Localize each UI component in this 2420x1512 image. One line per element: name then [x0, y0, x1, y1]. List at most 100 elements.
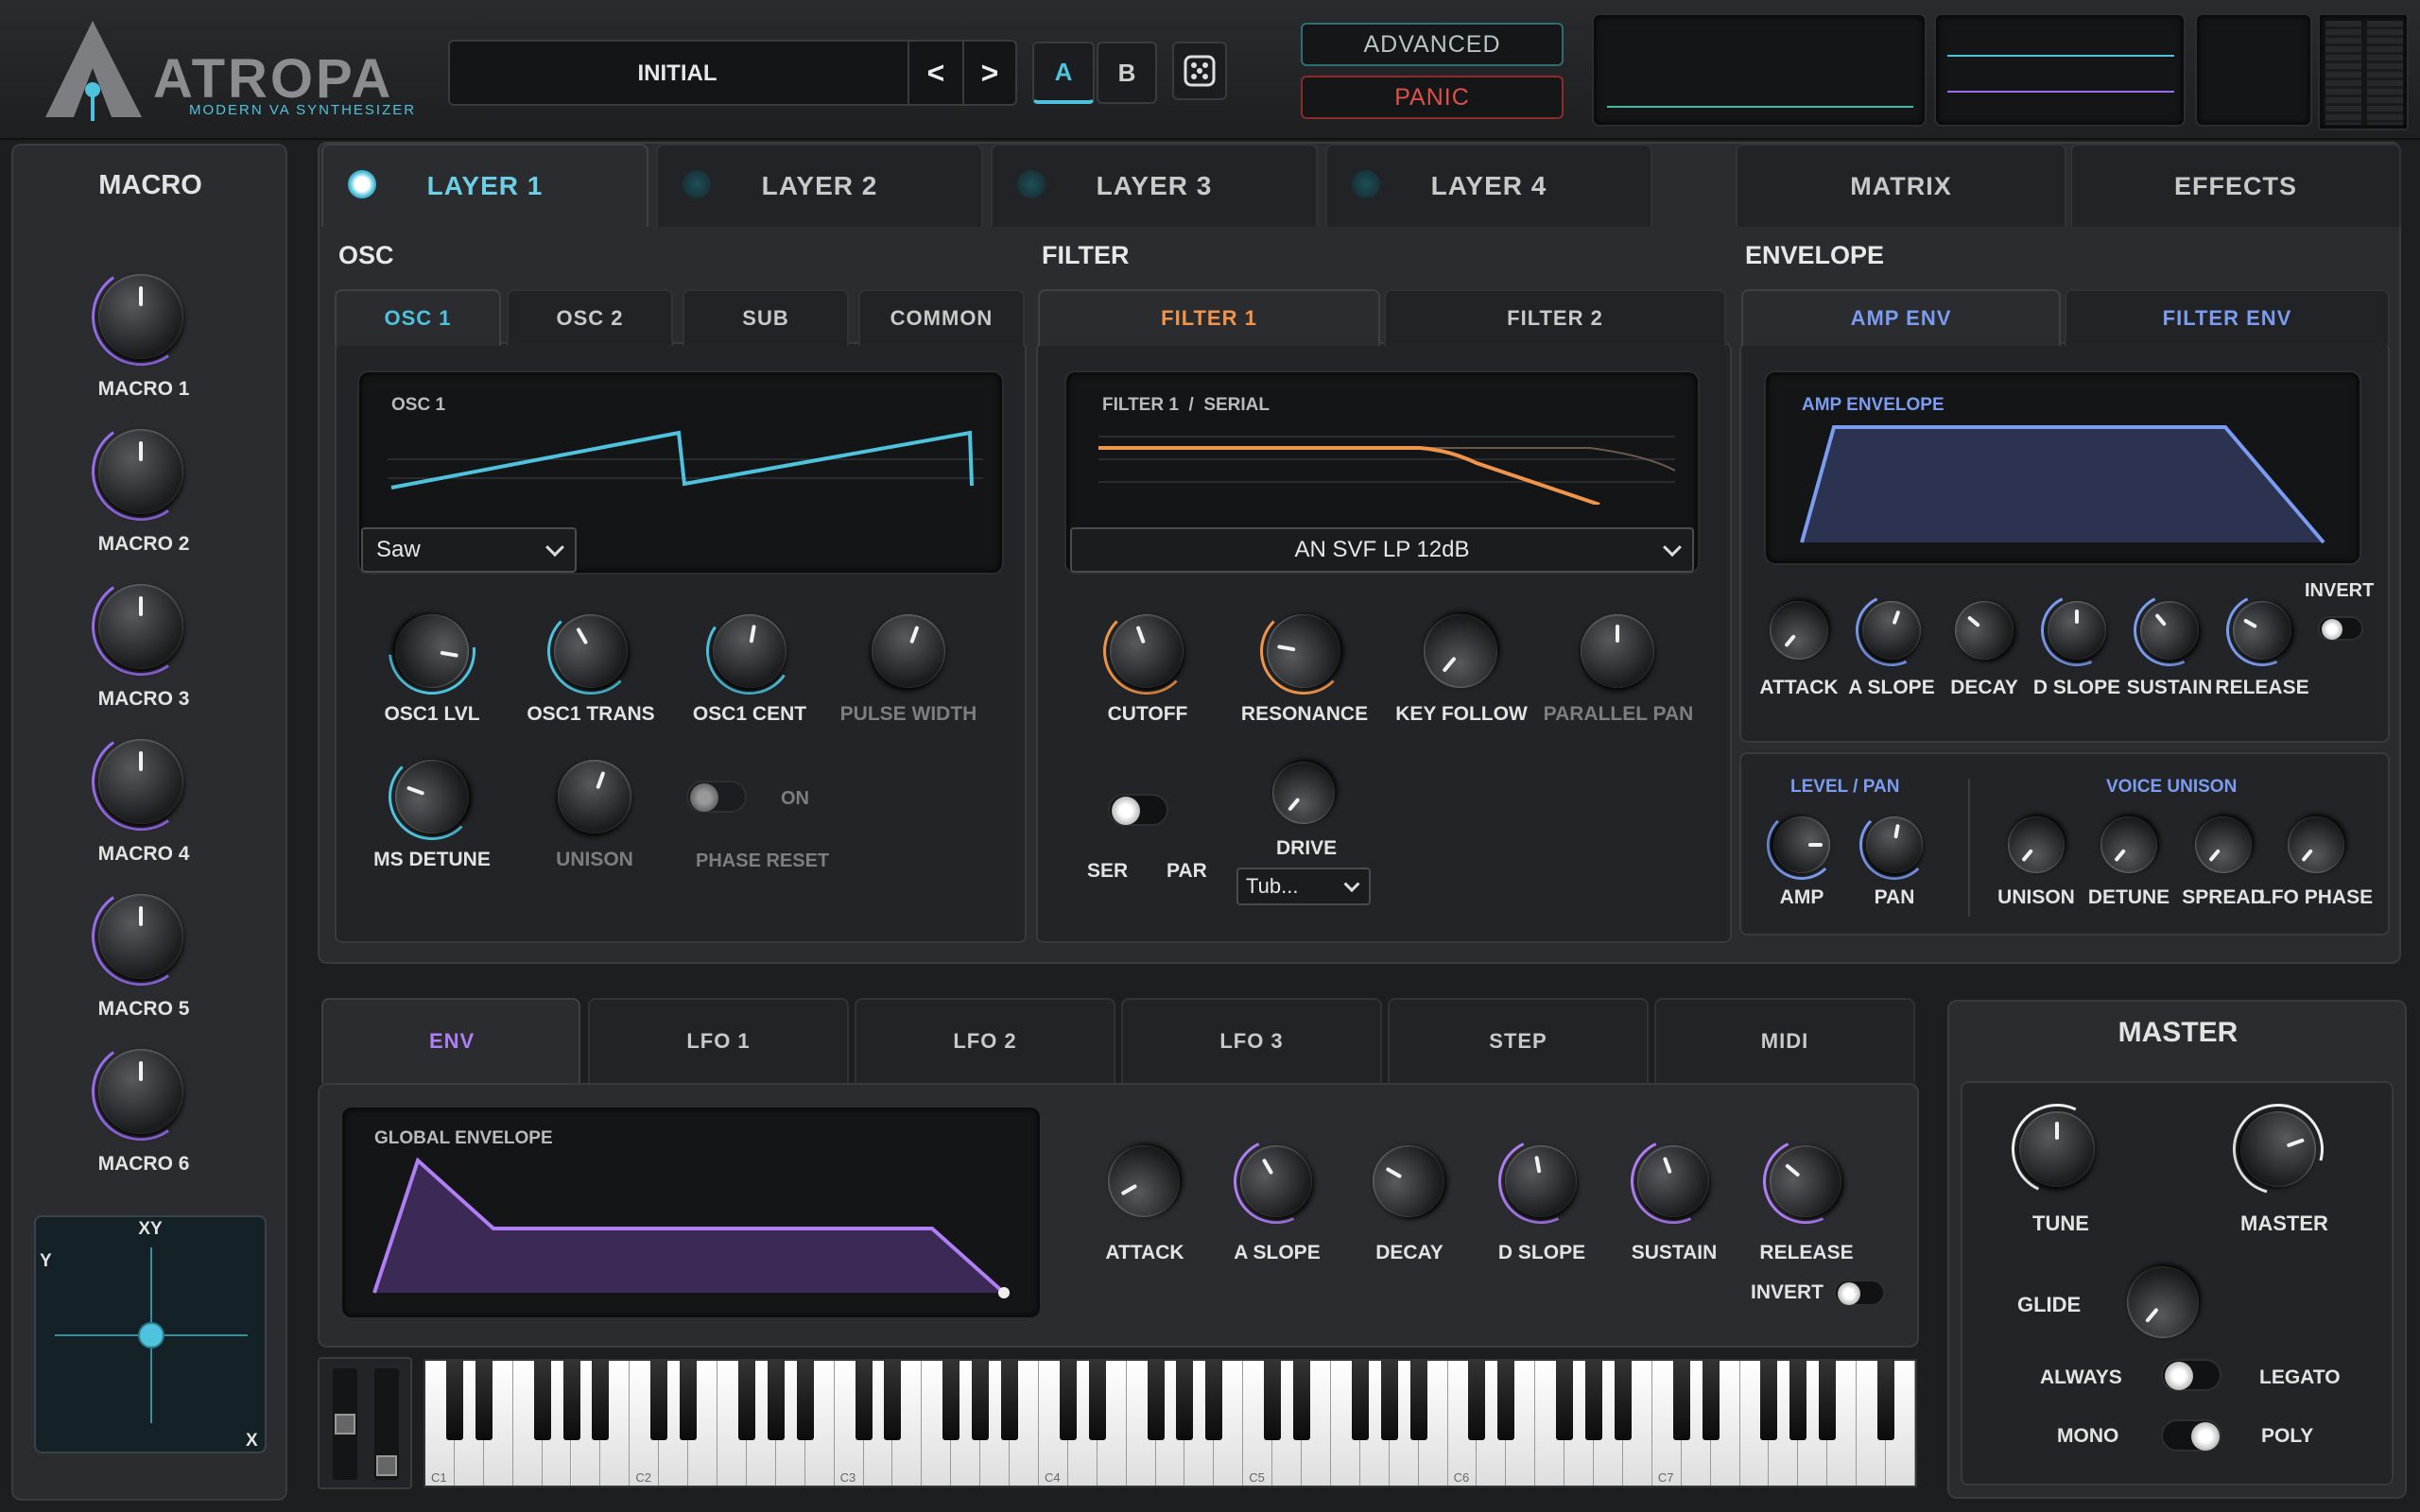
black-key[interactable] — [1819, 1361, 1837, 1440]
black-key[interactable] — [1760, 1361, 1778, 1440]
phase-reset-toggle[interactable] — [686, 781, 747, 813]
macro-6-knob[interactable] — [98, 1049, 183, 1134]
pitch-wheel[interactable] — [333, 1368, 357, 1480]
mod-wheel[interactable] — [374, 1368, 399, 1480]
black-key[interactable] — [1672, 1361, 1690, 1440]
black-key[interactable] — [737, 1361, 755, 1440]
tab-mod-5[interactable]: MIDI — [1654, 998, 1915, 1083]
black-key[interactable] — [796, 1361, 814, 1440]
par-label: PAR — [1167, 860, 1207, 882]
macro-1-knob[interactable] — [98, 274, 183, 359]
tab-mod-1[interactable]: LFO 1 — [588, 998, 849, 1083]
black-key[interactable] — [680, 1361, 698, 1440]
ser-par-toggle[interactable] — [1108, 794, 1168, 826]
panic-button[interactable]: PANIC — [1301, 76, 1564, 119]
tab-filter-env[interactable]: FILTER ENV — [2065, 289, 2390, 346]
tune-knob[interactable] — [2019, 1111, 2095, 1187]
black-key[interactable] — [1556, 1361, 1574, 1440]
black-key[interactable] — [1293, 1361, 1311, 1440]
xy-cursor[interactable] — [138, 1322, 164, 1349]
filter-knob-3[interactable] — [1581, 614, 1654, 688]
amp-env-invert-toggle[interactable] — [2318, 616, 2363, 641]
black-key[interactable] — [1702, 1361, 1720, 1440]
black-key[interactable] — [1147, 1361, 1165, 1440]
macro-4-knob[interactable] — [98, 739, 183, 824]
black-key[interactable] — [1585, 1361, 1603, 1440]
macro-3-knob[interactable] — [98, 584, 183, 669]
filter-type-dropdown[interactable]: AN SVF LP 12dB — [1070, 527, 1694, 573]
layer-3-power-icon[interactable] — [1017, 170, 1046, 198]
tab-filter-1[interactable]: FILTER 1 — [1038, 289, 1380, 346]
black-key[interactable] — [1088, 1361, 1106, 1440]
layer-4-power-icon[interactable] — [1352, 170, 1380, 198]
black-key[interactable] — [1380, 1361, 1398, 1440]
black-key[interactable] — [1176, 1361, 1194, 1440]
black-key[interactable] — [972, 1361, 990, 1440]
xy-pad[interactable]: XY Y X — [34, 1215, 267, 1453]
tab-mod-3[interactable]: LFO 3 — [1121, 998, 1382, 1083]
tab-filter-2[interactable]: FILTER 2 — [1384, 289, 1726, 346]
black-key[interactable] — [1001, 1361, 1019, 1440]
global-env-invert-toggle[interactable] — [1834, 1280, 1885, 1306]
layer-1-power-icon[interactable] — [348, 170, 376, 198]
black-key[interactable] — [1264, 1361, 1282, 1440]
black-key[interactable] — [1614, 1361, 1632, 1440]
black-key[interactable] — [1877, 1361, 1895, 1440]
waveform-dropdown[interactable]: Saw — [361, 527, 577, 573]
tab-mod-0[interactable]: ENV — [321, 998, 580, 1083]
filter-screen-title: FILTER 1 / SERIAL — [1102, 395, 1270, 415]
atropa-logo-icon — [45, 21, 142, 121]
filter-curve-graph — [1098, 436, 1675, 505]
always-legato-toggle[interactable] — [2161, 1359, 2221, 1391]
black-key[interactable] — [1409, 1361, 1427, 1440]
tab-osc-1[interactable]: OSC 2 — [507, 289, 673, 346]
lp-knob-0[interactable] — [1773, 816, 1830, 873]
tab-amp-env[interactable]: AMP ENV — [1741, 289, 2061, 346]
black-key[interactable] — [1789, 1361, 1807, 1440]
advanced-button[interactable]: ADVANCED — [1301, 23, 1564, 66]
tab-osc-0[interactable]: OSC 1 — [335, 289, 501, 346]
macro-5-knob[interactable] — [98, 894, 183, 979]
black-key[interactable] — [1468, 1361, 1486, 1440]
macro-3-label: MACRO 3 — [97, 688, 190, 710]
layer-2-power-icon[interactable] — [683, 170, 711, 198]
black-key[interactable] — [562, 1361, 580, 1440]
black-key[interactable] — [445, 1361, 463, 1440]
black-key[interactable] — [767, 1361, 785, 1440]
tab-mod-4[interactable]: STEP — [1388, 998, 1649, 1083]
black-key[interactable] — [533, 1361, 551, 1440]
xy-title: XY — [138, 1219, 163, 1239]
black-key[interactable] — [884, 1361, 902, 1440]
filter-label-3: PARALLEL PAN — [1543, 703, 1694, 725]
black-key[interactable] — [475, 1361, 493, 1440]
randomize-dice-button[interactable] — [1172, 42, 1227, 100]
drive-label: DRIVE — [1276, 837, 1338, 859]
piano-keyboard[interactable]: C1 C2 C3 C4 C5 C6 C7 — [424, 1359, 1917, 1487]
macro-2-knob[interactable] — [98, 429, 183, 514]
tab-osc-2[interactable]: SUB — [683, 289, 849, 346]
a-slot-button[interactable]: A — [1032, 42, 1095, 104]
black-key[interactable] — [942, 1361, 960, 1440]
drive-type-dropdown[interactable]: Tub... — [1236, 868, 1371, 905]
tab-mod-2[interactable]: LFO 2 — [855, 998, 1115, 1083]
header-bar: ATROPA MODERN VA SYNTHESIZER INITIAL < >… — [0, 0, 2420, 140]
black-key[interactable] — [855, 1361, 873, 1440]
black-key[interactable] — [1205, 1361, 1223, 1440]
black-key[interactable] — [1497, 1361, 1515, 1440]
black-key[interactable] — [592, 1361, 610, 1440]
osc-section-title: OSC — [338, 241, 394, 269]
tab-effects[interactable]: EFFECTS — [2070, 144, 2401, 227]
tune-label: TUNE — [2032, 1211, 2089, 1235]
tab-osc-3[interactable]: COMMON — [858, 289, 1025, 346]
b-slot-button[interactable]: B — [1097, 42, 1157, 104]
level-pan-title: LEVEL / PAN — [1790, 777, 1900, 797]
legato-label: LEGATO — [2259, 1366, 2341, 1388]
black-key[interactable] — [1351, 1361, 1369, 1440]
black-key[interactable] — [1059, 1361, 1077, 1440]
tab-matrix[interactable]: MATRIX — [1736, 144, 2066, 227]
black-key[interactable] — [650, 1361, 668, 1440]
amp-env-knob-3[interactable] — [2048, 601, 2106, 660]
prev-preset-button[interactable]: < — [908, 42, 962, 104]
mono-poly-toggle[interactable] — [2161, 1419, 2221, 1452]
next-preset-button[interactable]: > — [962, 42, 1015, 104]
